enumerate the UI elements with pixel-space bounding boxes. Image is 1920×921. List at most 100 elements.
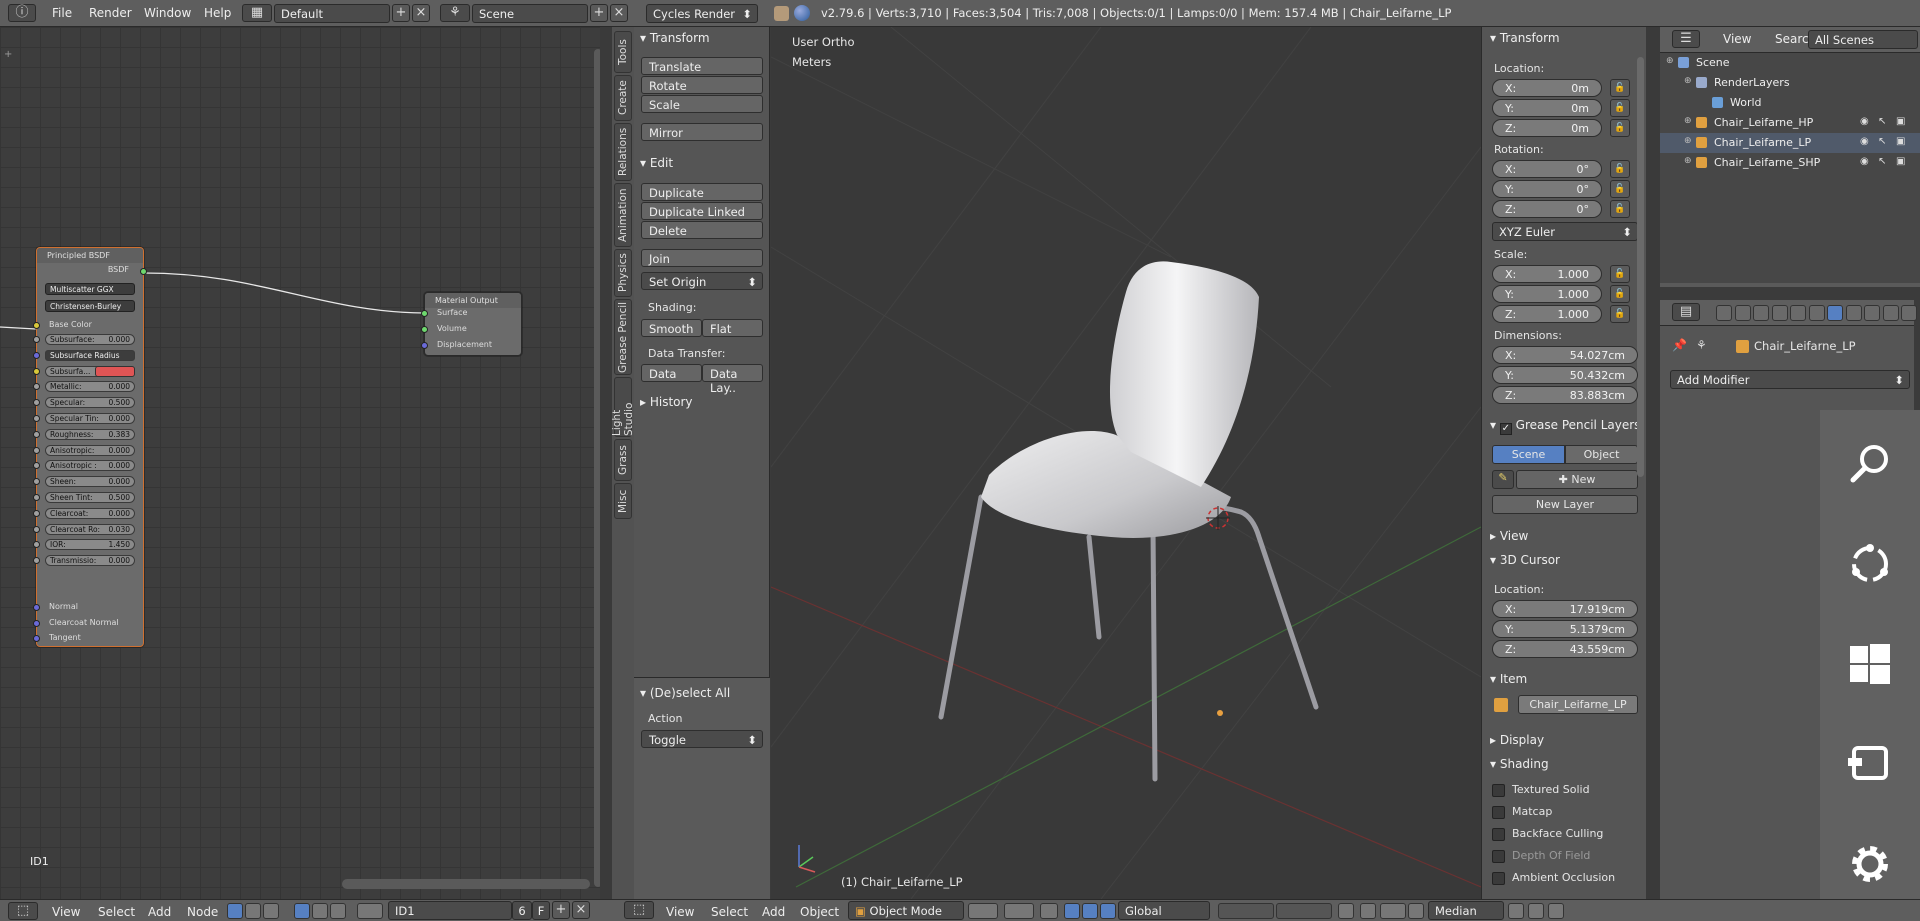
field-8[interactable]: Anisotropic : 0.000 <box>45 460 135 472</box>
search-icon[interactable] <box>1848 442 1892 486</box>
tool-tab-misc[interactable]: Misc <box>614 483 632 519</box>
fake-user-toggle[interactable]: F <box>532 901 550 920</box>
scene-icon[interactable]: ⚘ <box>440 4 470 22</box>
scale-manipulator-icon[interactable] <box>1100 903 1116 919</box>
editor-divider[interactable] <box>600 27 612 899</box>
field-1[interactable]: Subsurface Radius <box>45 349 135 361</box>
lock-icon[interactable]: 🔓 <box>1610 305 1630 323</box>
menu-file[interactable]: File <box>52 6 72 20</box>
data-layout-transfer-button[interactable]: Data Lay.. <box>702 364 763 395</box>
field-13[interactable]: IOR: 1.450 <box>45 539 135 551</box>
field-socket[interactable] <box>33 399 40 407</box>
compositing-nodes-icon[interactable] <box>245 903 261 919</box>
translate-button[interactable]: Translate <box>641 57 763 75</box>
scene-dropdown[interactable]: Scene <box>472 4 588 23</box>
render-visibility-icon[interactable]: ▣ <box>1896 156 1905 167</box>
outliner-item[interactable]: World <box>1660 93 1920 113</box>
screen-layout-icon[interactable]: ▦ <box>242 4 272 22</box>
dimensions-z-field[interactable]: Z: 83.883cm <box>1492 386 1638 404</box>
tool-tab-light-studio[interactable]: Light Studio <box>611 377 635 437</box>
expand-icon[interactable]: ⊕ <box>1684 116 1692 126</box>
transform-panel-header[interactable]: ▾ Transform <box>640 31 710 45</box>
properties-editor-icon[interactable]: ▤ <box>1672 303 1700 321</box>
field-12[interactable]: Clearcoat Ro: 0.030 <box>45 523 135 535</box>
subsurface-color-swatch[interactable] <box>95 365 135 377</box>
tool-tab-physics[interactable]: Physics <box>614 249 632 297</box>
field-socket[interactable] <box>33 367 40 375</box>
tool-tab-create[interactable]: Create <box>614 75 632 121</box>
proportional-edit-icon[interactable] <box>1360 903 1376 919</box>
material-output-node[interactable]: Material Output Surface Volume Displacem… <box>421 292 522 356</box>
transform-props-header[interactable]: ▾ Transform <box>1490 31 1560 45</box>
layers-grid-a[interactable] <box>1218 903 1274 919</box>
field-socket[interactable] <box>33 509 40 517</box>
scale-y-field[interactable]: Y: 1.000 <box>1492 285 1602 303</box>
manipulator-icon[interactable] <box>1040 903 1058 919</box>
3d-view-editor-icon[interactable]: ⬚ <box>624 901 654 919</box>
settings-gear-icon[interactable] <box>1848 842 1892 886</box>
shading-checkbox-0[interactable] <box>1492 784 1505 797</box>
item-header[interactable]: ▾ Item <box>1490 672 1527 686</box>
set-origin-dropdown[interactable]: Set Origin ⬍ <box>641 272 763 290</box>
cursor-y-field[interactable]: Y: 5.1379cm <box>1492 620 1638 638</box>
world-tab-icon[interactable] <box>1771 305 1788 321</box>
location-z-field[interactable]: Z: 0m <box>1492 119 1602 137</box>
render-tab-icon[interactable] <box>1716 305 1732 321</box>
subsurface-method-select[interactable]: Christensen-Burley <box>45 300 135 312</box>
field-4[interactable]: Specular: 0.500 <box>45 397 135 409</box>
delete-scene-icon[interactable]: × <box>610 4 628 22</box>
shading-checkbox-3[interactable] <box>1492 850 1505 863</box>
data-transfer-button[interactable]: Data <box>641 364 702 382</box>
action-dropdown[interactable]: Toggle ⬍ <box>641 730 763 748</box>
shading-checkbox-4[interactable] <box>1492 872 1505 885</box>
field-socket[interactable] <box>33 415 40 422</box>
grease-scene-toggle[interactable]: Scene <box>1492 445 1565 464</box>
expand-icon[interactable]: ⊕ <box>1666 56 1674 66</box>
world-shader-icon[interactable] <box>312 903 328 919</box>
lock-camera-icon[interactable] <box>1338 903 1354 919</box>
expand-icon[interactable]: ⊕ <box>1684 156 1692 166</box>
field-10[interactable]: Sheen Tint: 0.500 <box>45 492 135 503</box>
outliner-scrollbar[interactable] <box>1660 283 1920 287</box>
cursor-select-icon[interactable]: ↖ <box>1878 156 1886 167</box>
lock-icon[interactable]: 🔓 <box>1610 265 1630 283</box>
shader-nodes-icon[interactable] <box>227 903 243 919</box>
horizontal-scrollbar[interactable] <box>342 879 590 889</box>
lock-icon[interactable]: 🔓 <box>1610 79 1630 97</box>
editor-divider-right[interactable] <box>1646 27 1660 899</box>
modifiers-tab-icon[interactable] <box>1827 305 1843 321</box>
sync-icon[interactable] <box>1848 542 1892 586</box>
field-7[interactable]: Anisotropic: 0.000 <box>45 444 135 456</box>
field-14[interactable]: Transmissio: 0.000 <box>45 555 135 567</box>
add-material-icon[interactable]: + <box>552 901 570 919</box>
add-modifier-dropdown[interactable]: Add Modifier ⬍ <box>1670 370 1910 389</box>
grease-new-button[interactable]: ✚ New <box>1516 470 1638 489</box>
snap-element-icon[interactable] <box>1380 903 1406 919</box>
tool-tab-grass[interactable]: Grass <box>614 439 632 481</box>
base-color-socket[interactable] <box>33 322 40 329</box>
3d-cursor-header[interactable]: ▾ 3D Cursor <box>1490 553 1560 567</box>
eye-icon[interactable]: ◉ <box>1860 116 1869 127</box>
add-layout-icon[interactable]: + <box>392 4 410 22</box>
grease-object-toggle[interactable]: Object <box>1565 445 1638 464</box>
field-socket[interactable] <box>33 557 40 565</box>
bsdf-output-socket[interactable] <box>140 268 147 275</box>
outliner-item[interactable]: ⊕ Scene <box>1660 53 1920 73</box>
field-socket[interactable] <box>33 541 40 549</box>
field-socket[interactable] <box>33 383 40 391</box>
windows-logo-icon[interactable] <box>1848 642 1892 686</box>
render-visibility-icon[interactable]: ▣ <box>1896 116 1905 127</box>
cursor-select-icon[interactable]: ↖ <box>1878 136 1886 147</box>
duplicate-linked-button[interactable]: Duplicate Linked <box>641 202 763 220</box>
location-x-field[interactable]: X: 0m <box>1492 79 1602 97</box>
view3d-menu-view[interactable]: View <box>666 905 694 919</box>
props-scrollbar[interactable] <box>1637 57 1644 477</box>
node-menu-node[interactable]: Node <box>187 905 218 919</box>
dimensions-x-field[interactable]: X: 54.027cm <box>1492 346 1638 364</box>
menu-help[interactable]: Help <box>204 6 231 20</box>
tool-tab-relations[interactable]: Relations <box>614 123 632 181</box>
node-tree-name-field[interactable]: ID1 <box>388 901 512 920</box>
render-animation-icon[interactable] <box>1528 903 1544 919</box>
field-socket[interactable] <box>33 351 40 359</box>
menu-window[interactable]: Window <box>144 6 191 20</box>
